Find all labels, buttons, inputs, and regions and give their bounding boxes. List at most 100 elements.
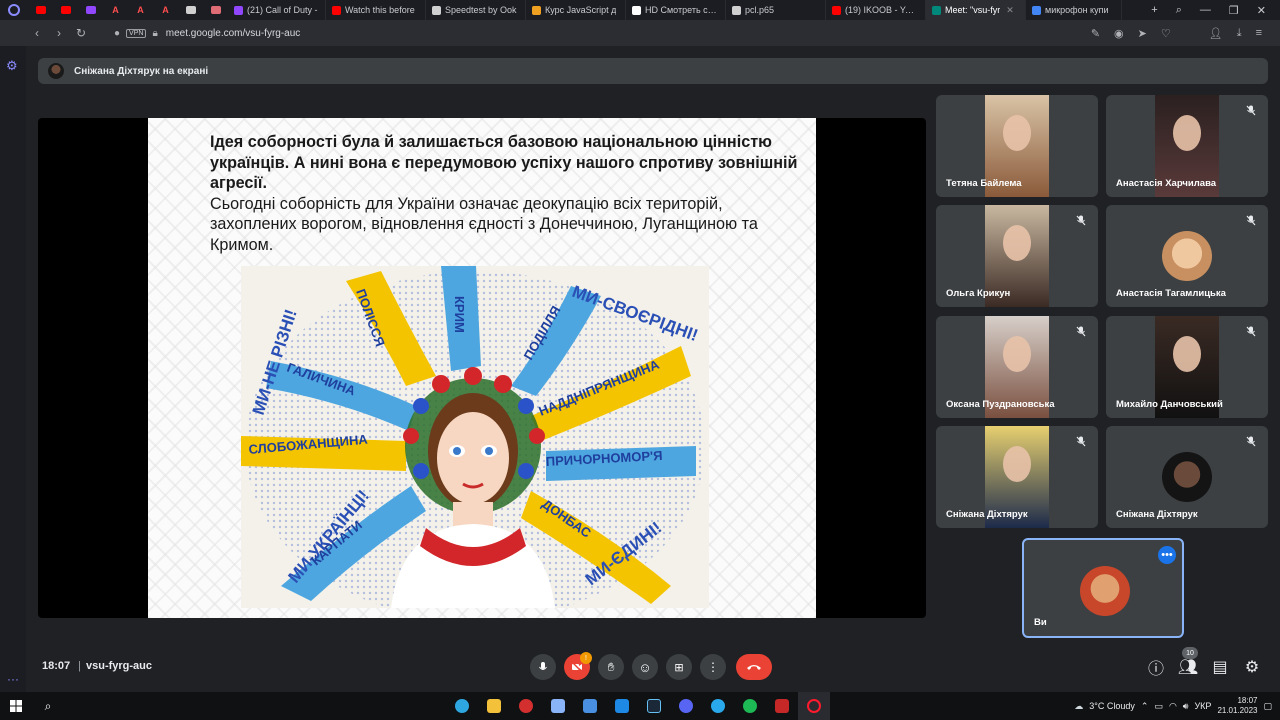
tab-favicon-icon (332, 5, 341, 15)
chat-icon: ▤ (1212, 659, 1228, 676)
weather-text[interactable]: 3°C Cloudy (1089, 701, 1135, 711)
vpn-badge[interactable]: VPN (126, 28, 147, 38)
new-tab-icon[interactable]: + (1151, 4, 1157, 17)
send-icon[interactable]: ➤ (1138, 27, 1147, 40)
game-app-icon[interactable] (766, 692, 798, 720)
a-icon[interactable]: A (128, 0, 153, 20)
lock-icon[interactable]: 🔒︎ (152, 28, 157, 39)
present-button[interactable]: ⊞ (666, 654, 692, 680)
people-button[interactable]: 👥︎ (1178, 657, 1198, 677)
notifications-icon[interactable]: ▢ (1263, 701, 1272, 712)
browser-tab[interactable]: Meet: "vsu-fyr ✕ (926, 0, 1026, 20)
chat-button[interactable]: ▤ (1210, 657, 1230, 677)
heart-icon[interactable]: ♡ (1161, 27, 1171, 40)
reload-icon[interactable]: ↻ (70, 26, 92, 40)
a-icon[interactable]: A (153, 0, 178, 20)
participant-face (1003, 115, 1031, 151)
browser-tab[interactable]: Speedtest by Ook (426, 0, 526, 20)
youtube-icon[interactable] (28, 0, 53, 20)
hand-icon: ✋︎ (607, 659, 615, 674)
network-icon[interactable]: ▭ (1154, 701, 1163, 712)
menu-icon[interactable]: ≡ (1256, 27, 1262, 40)
self-name: Ви (1034, 617, 1047, 628)
microphone-site-icon[interactable]: ● (114, 28, 120, 39)
youtube-icon[interactable] (53, 0, 78, 20)
volume-icon[interactable]: 🔊︎ (1183, 701, 1189, 712)
activities-button[interactable]: ⚙︎ (1242, 657, 1262, 677)
participant-tile[interactable]: Ольга Крикун (936, 205, 1098, 307)
browser-tab[interactable]: pcl.p65 (726, 0, 826, 20)
address-bar-actions: ✎ ◉ ➤ ♡ 👤︎ ⤓ ≡ (1091, 27, 1280, 40)
search-icon[interactable]: ⌕ (32, 692, 64, 720)
meet-window: Сніжана Діхтярук на екрані Ідея соборнос… (26, 46, 1280, 692)
minimize-icon[interactable]: — (1200, 4, 1211, 17)
leave-call-button[interactable] (736, 654, 772, 680)
app-icon[interactable] (542, 692, 574, 720)
participant-name: Ольга Крикун (946, 288, 1011, 299)
participant-tile[interactable]: Михайло Данчовський (1106, 316, 1268, 418)
edit-icon[interactable]: ✎ (1091, 27, 1100, 40)
weather-icon: ☁ (1074, 700, 1084, 711)
participant-tile[interactable]: Тетяна Байлема (936, 95, 1098, 197)
emoji-icon: ☺ (638, 659, 652, 675)
a-icon[interactable]: A (103, 0, 128, 20)
more-options-icon[interactable]: ••• (1158, 546, 1176, 564)
sidebar-more-icon[interactable]: ··· (7, 672, 19, 686)
t-app-icon[interactable] (510, 692, 542, 720)
mic-off-icon (1074, 324, 1088, 338)
more-options-button[interactable]: ⋮ (700, 654, 726, 680)
participant-tile[interactable]: Сніжана Діхтярук (1106, 426, 1268, 528)
clock[interactable]: 18:07 21.01.2023 (1217, 696, 1257, 716)
presenter-avatar (48, 63, 64, 79)
close-window-icon[interactable]: ✕ (1257, 4, 1266, 17)
file-explorer-icon[interactable] (478, 692, 510, 720)
browser-tab[interactable]: HD Смотреть сериал (626, 0, 726, 20)
store-icon[interactable] (574, 692, 606, 720)
language-indicator[interactable]: УКР (1194, 701, 1211, 711)
url-field[interactable]: meet.google.com/vsu-fyrg-auc (166, 28, 301, 39)
search-tabs-icon[interactable]: ⌕ (1176, 4, 1182, 17)
download-icon[interactable]: ⤓ (1237, 27, 1242, 40)
spotify-icon[interactable] (734, 692, 766, 720)
back-icon[interactable]: ‹ (26, 26, 48, 40)
forward-icon[interactable]: › (48, 26, 70, 40)
opera-menu-icon[interactable] (0, 0, 28, 20)
browser-tab[interactable]: Watch this before (326, 0, 426, 20)
raise-hand-button[interactable]: ✋︎ (598, 654, 624, 680)
browser-sidebar (0, 46, 26, 692)
participant-tile[interactable]: Анастасія Тагамлицька (1106, 205, 1268, 307)
participant-tile[interactable]: Анастасія Харчилава (1106, 95, 1268, 197)
discord-icon[interactable] (670, 692, 702, 720)
self-tile[interactable]: ••• Ви (1022, 538, 1184, 638)
meeting-info-button[interactable]: ⓘ (1146, 657, 1166, 678)
settings-gear-icon[interactable]: ⚙ (6, 58, 18, 74)
browser-tab[interactable]: (19) IKOOB - YouT (826, 0, 926, 20)
browser-tab[interactable]: микрофон купи (1026, 0, 1122, 20)
edge-icon[interactable] (446, 692, 478, 720)
github-icon[interactable] (178, 0, 203, 20)
tray-chevron-icon[interactable]: ⌃ (1141, 701, 1149, 712)
wifi-icon[interactable]: ◠ (1169, 701, 1177, 712)
site-icon[interactable] (203, 0, 228, 20)
start-button[interactable] (0, 692, 32, 720)
participant-tile[interactable]: Сніжана Діхтярук (936, 426, 1098, 528)
telegram-icon[interactable] (702, 692, 734, 720)
camera-icon[interactable]: ◉ (1114, 27, 1124, 40)
presentation-stage[interactable]: Ідея соборності була й залишається базов… (38, 118, 926, 618)
tab-title: Meet: "vsu-fyr (945, 5, 1001, 15)
browser-tab[interactable]: (21) Call of Duty - (228, 0, 326, 20)
twitch-icon[interactable] (78, 0, 103, 20)
opera-taskbar-icon[interactable] (798, 692, 830, 720)
participant-name: Сніжана Діхтярук (1116, 509, 1198, 520)
microphone-button[interactable] (530, 654, 556, 680)
reactions-button[interactable]: ☺ (632, 654, 658, 680)
participant-face (1173, 336, 1201, 372)
presentation-slide: Ідея соборності була й залишається базов… (148, 118, 816, 618)
close-tab-icon[interactable]: ✕ (1006, 5, 1014, 16)
steam-icon[interactable] (638, 692, 670, 720)
maximize-icon[interactable]: ❐ (1229, 4, 1239, 17)
browser-tab[interactable]: Курс JavaScript д (526, 0, 626, 20)
profile-icon[interactable]: 👤︎ (1209, 27, 1223, 40)
mail-icon[interactable] (606, 692, 638, 720)
participant-tile[interactable]: Оксана Пуздрановська (936, 316, 1098, 418)
